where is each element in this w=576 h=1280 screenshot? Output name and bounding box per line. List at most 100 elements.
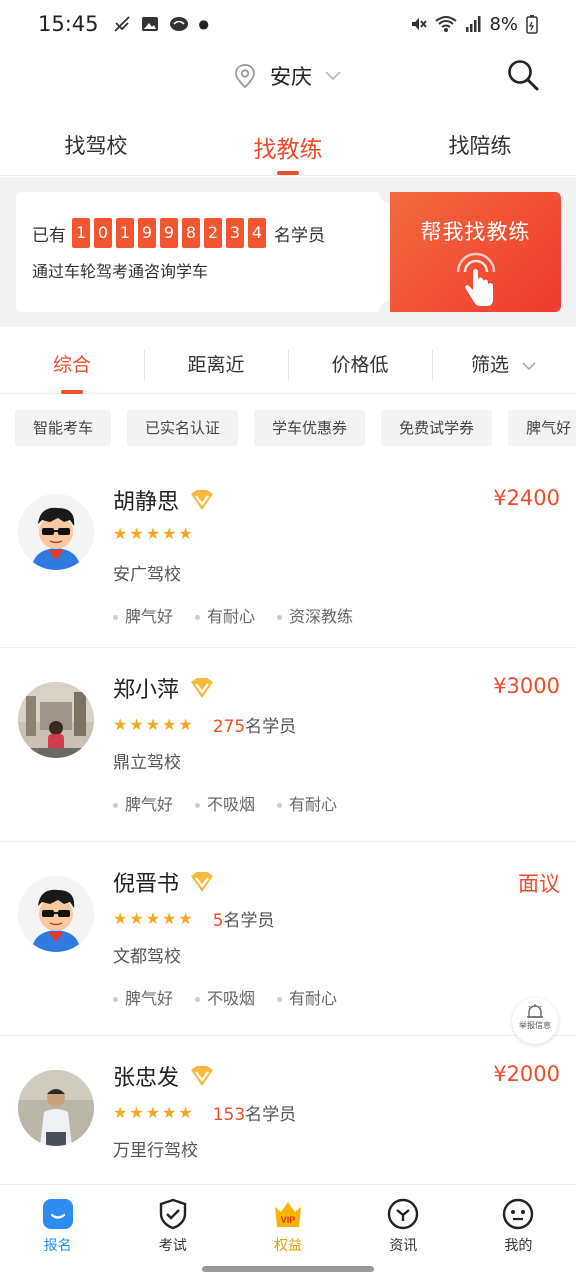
nav-label: 报名 bbox=[43, 1238, 72, 1254]
avatar bbox=[18, 494, 94, 570]
report-button[interactable]: 举报信息 bbox=[512, 998, 558, 1044]
sort-filter[interactable]: 筛选 bbox=[432, 336, 576, 394]
student-count-label: 名学员 bbox=[245, 1105, 297, 1125]
star-icon: ★ bbox=[145, 715, 161, 734]
find-coach-cta-button[interactable]: 帮我找教练 bbox=[390, 192, 561, 312]
location-pin-icon[interactable] bbox=[234, 63, 256, 89]
sort-distance[interactable]: 距离近 bbox=[144, 336, 288, 394]
count-digit: 3 bbox=[226, 218, 244, 248]
tab-find-school[interactable]: 找驾校 bbox=[0, 118, 192, 175]
coach-tags: 脾气好 不吸烟 有耐心 bbox=[113, 985, 337, 1009]
avatar bbox=[18, 682, 94, 758]
chip-smart-car[interactable]: 智能考车 bbox=[15, 410, 112, 446]
coach-name: 倪晋书 bbox=[113, 872, 180, 897]
star-icon: ★ bbox=[162, 524, 177, 543]
count-digit: 9 bbox=[160, 218, 178, 248]
image-icon bbox=[141, 17, 158, 31]
coach-tag: 不吸烟 bbox=[195, 791, 255, 815]
count-digit: 9 bbox=[138, 218, 156, 248]
coach-card[interactable]: 倪晋书 面议 ★ ★ ★ ★ ★ 5名学员 文都驾校 脾气好 不吸烟 有耐心 bbox=[0, 842, 576, 1036]
star-icon: ★ bbox=[145, 909, 161, 928]
status-time: 15:45 bbox=[38, 12, 99, 36]
sort-price[interactable]: 价格低 bbox=[288, 336, 432, 394]
coach-school: 万里行驾校 bbox=[113, 1141, 198, 1161]
battery-icon bbox=[526, 15, 538, 34]
no-signal-notification-icon bbox=[113, 16, 130, 32]
city-selector[interactable]: 安庆 bbox=[270, 61, 312, 91]
nav-signup[interactable]: 报名 bbox=[0, 1185, 115, 1258]
coach-tags: 脾气好 有耐心 资深教练 bbox=[113, 603, 353, 627]
chip-free-trial[interactable]: 免费试学券 bbox=[381, 410, 493, 446]
star-icon: ★ bbox=[145, 1103, 161, 1122]
coach-price: ¥2400 bbox=[493, 486, 560, 510]
avatar bbox=[18, 876, 94, 952]
coach-tags: 脾气好 不吸烟 有耐心 bbox=[113, 791, 337, 815]
mute-icon bbox=[412, 18, 428, 30]
vip-badge-text: VIP bbox=[281, 1215, 296, 1225]
status-bar: 15:45 ● 8% bbox=[0, 0, 576, 48]
star-icon: ★ bbox=[178, 524, 193, 543]
chevron-down-icon[interactable] bbox=[324, 70, 342, 82]
count-digit: 1 bbox=[72, 218, 90, 248]
banner-suffix: 名学员 bbox=[274, 225, 325, 246]
star-icon: ★ bbox=[178, 715, 193, 734]
coach-list: 胡静思 ¥2400 ★ ★ ★ ★ ★ 安广驾校 脾气好 有耐心 资深教练 郑小… bbox=[0, 460, 576, 1230]
student-count-number: 275 bbox=[212, 717, 246, 737]
count-digit: 1 bbox=[116, 218, 134, 248]
rating-stars: ★ ★ ★ ★ ★ bbox=[113, 524, 195, 543]
coach-tag: 资深教练 bbox=[277, 603, 353, 627]
top-tabs: 找驾校 找教练 找陪练 bbox=[0, 118, 576, 176]
coach-price: 面议 bbox=[518, 872, 560, 896]
star-icon: ★ bbox=[113, 524, 128, 543]
chip-coupon[interactable]: 学车优惠券 bbox=[254, 410, 366, 446]
coach-tag: 脾气好 bbox=[113, 603, 173, 627]
wifi-icon bbox=[435, 16, 458, 32]
star-icon: ★ bbox=[129, 715, 144, 734]
sort-comprehensive[interactable]: 综合 bbox=[0, 336, 144, 394]
coach-tag: 有耐心 bbox=[277, 791, 337, 815]
signup-icon bbox=[42, 1199, 73, 1229]
nav-exam[interactable]: 考试 bbox=[115, 1185, 230, 1258]
star-icon: ★ bbox=[162, 1103, 177, 1122]
battery-text: 8% bbox=[489, 13, 518, 35]
nav-label: 我的 bbox=[504, 1238, 533, 1254]
nav-label: 考试 bbox=[158, 1238, 187, 1254]
cta-label: 帮我找教练 bbox=[420, 220, 531, 244]
search-icon[interactable] bbox=[506, 58, 540, 92]
verified-badge-icon bbox=[191, 678, 214, 698]
nav-benefits[interactable]: VIP 权益 bbox=[230, 1185, 345, 1258]
coach-school: 安广驾校 bbox=[113, 565, 181, 585]
location-bar: 安庆 bbox=[0, 50, 576, 102]
cell-signal-icon bbox=[466, 16, 481, 32]
chip-good-temper[interactable]: 脾气好 bbox=[508, 410, 576, 446]
profile-icon bbox=[503, 1198, 534, 1230]
tab-find-coach[interactable]: 找教练 bbox=[192, 118, 384, 175]
nav-profile[interactable]: 我的 bbox=[461, 1185, 576, 1258]
tab-find-practice-partner[interactable]: 找陪练 bbox=[384, 118, 576, 175]
rating-stars: ★ ★ ★ ★ ★ 153名学员 bbox=[113, 1100, 296, 1125]
count-digit: 0 bbox=[94, 218, 112, 248]
coach-name: 郑小萍 bbox=[113, 678, 180, 703]
home-indicator[interactable] bbox=[202, 1266, 374, 1272]
nav-label: 权益 bbox=[274, 1238, 302, 1254]
coach-tag: 脾气好 bbox=[113, 791, 173, 815]
gesture-bar bbox=[0, 1258, 576, 1280]
star-icon: ★ bbox=[162, 715, 177, 734]
student-count-number: 153 bbox=[212, 1105, 246, 1125]
dot-icon: ● bbox=[198, 17, 210, 31]
coach-name: 胡静思 bbox=[113, 490, 180, 515]
star-icon: ★ bbox=[129, 909, 144, 928]
star-icon: ★ bbox=[162, 909, 177, 928]
nav-news[interactable]: 资讯 bbox=[346, 1185, 461, 1258]
chevron-down-icon bbox=[522, 361, 536, 370]
coach-card[interactable]: 郑小萍 ¥3000 ★ ★ ★ ★ ★ 275名学员 鼎立驾校 脾气好 不吸烟 有耐心 bbox=[0, 648, 576, 842]
coach-card[interactable]: 胡静思 ¥2400 ★ ★ ★ ★ ★ 安广驾校 脾气好 有耐心 资深教练 bbox=[0, 460, 576, 648]
chip-verified[interactable]: 已实名认证 bbox=[127, 410, 239, 446]
verified-badge-icon bbox=[191, 1066, 214, 1086]
avatar bbox=[18, 1070, 94, 1146]
sort-tabs: 综合 距离近 价格低 筛选 bbox=[0, 336, 576, 394]
star-icon: ★ bbox=[178, 909, 193, 928]
student-count-panel: 已有 1 0 1 9 9 8 2 3 4 名学员 通过车轮驾考通咨询学车 bbox=[16, 181, 401, 323]
student-count: 5名学员 bbox=[213, 906, 275, 931]
star-icon: ★ bbox=[113, 1103, 128, 1122]
